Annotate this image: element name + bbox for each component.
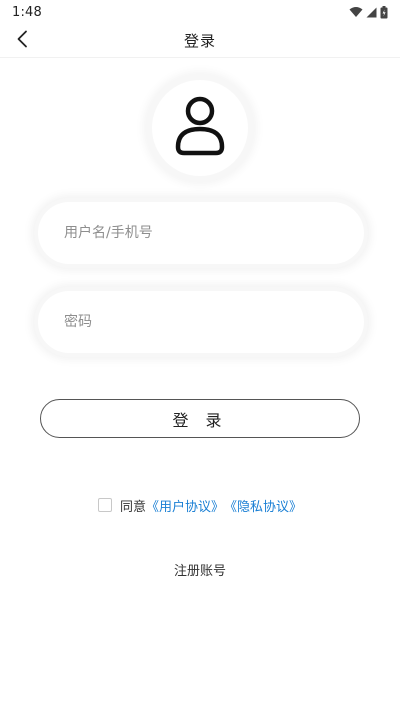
status-bar: 1:48 xyxy=(0,0,400,24)
agree-checkbox[interactable] xyxy=(97,498,112,512)
login-screen: 1:48 登录 用户名/手机号 登 录 同意 《用户协议》 《隐私协议》 注册账… xyxy=(0,0,400,712)
agree-prefix: 同意 xyxy=(119,499,146,515)
username-input[interactable] xyxy=(64,218,334,248)
chevron-left-icon xyxy=(16,30,28,52)
status-time: 1:48 xyxy=(12,4,42,20)
register-link[interactable]: 注册账号 xyxy=(0,560,400,580)
app-bar: 登录 xyxy=(0,24,400,58)
wifi-icon xyxy=(349,6,363,18)
agreement-row: 同意 《用户协议》 《隐私协议》 xyxy=(0,494,400,516)
back-button[interactable] xyxy=(8,27,36,55)
avatar xyxy=(152,80,248,176)
signal-icon xyxy=(366,7,377,18)
status-icons xyxy=(349,5,388,19)
username-field-container xyxy=(38,202,364,264)
password-input[interactable] xyxy=(64,307,334,337)
user-icon xyxy=(170,93,230,163)
battery-icon xyxy=(380,5,388,19)
user-agreement-link[interactable]: 《用户协议》 xyxy=(146,496,224,515)
login-button[interactable]: 登 录 xyxy=(40,399,360,438)
password-field-container xyxy=(38,291,364,353)
page-title: 登录 xyxy=(183,32,216,50)
privacy-policy-link[interactable]: 《隐私协议》 xyxy=(224,496,302,515)
